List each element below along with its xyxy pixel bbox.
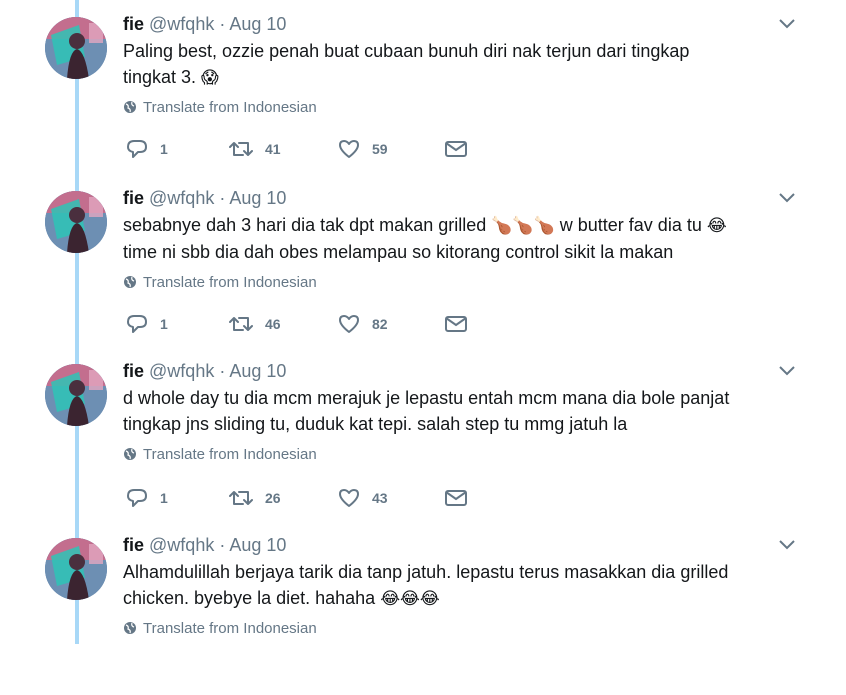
avatar-image [45, 364, 107, 426]
avatar[interactable] [45, 191, 107, 253]
tweet-text-part: d whole day tu dia mcm merajuk je lepast… [123, 388, 730, 434]
direct-message-icon [445, 316, 467, 332]
retweet-icon [229, 142, 253, 156]
username[interactable]: @wfqhk [149, 188, 214, 208]
tweet-text-part: sebabnye dah 3 hari dia tak dpt makan gr… [123, 215, 492, 235]
like-icon [339, 140, 359, 158]
translate-label: Translate from Indonesian [143, 446, 317, 463]
translate-link[interactable]: Translate from Indonesian [123, 274, 317, 291]
globe-icon [124, 276, 136, 288]
username[interactable]: @wfqhk [149, 14, 214, 34]
tweet-actions: 1 26 43 [123, 485, 483, 511]
avatar-image [45, 538, 107, 600]
globe-icon [124, 101, 136, 113]
tweet-text: d whole day tu dia mcm merajuk je lepast… [123, 385, 733, 437]
direct-message-icon [445, 490, 467, 506]
drumstick-emoji: 🍗🍗🍗 [491, 216, 555, 236]
avatar[interactable] [45, 538, 107, 600]
retweet-button[interactable]: 41 [229, 136, 281, 162]
tweet-header: fie @wfqhk · Aug 10 [123, 534, 286, 556]
like-icon [339, 489, 359, 507]
separator: · [219, 14, 226, 34]
laughing-emoji: 😂😂😂 [380, 589, 440, 609]
reply-button[interactable]: 1 [126, 136, 168, 162]
reply-count: 1 [160, 316, 168, 332]
like-count: 43 [372, 490, 388, 506]
reply-button[interactable]: 1 [126, 311, 168, 337]
separator: · [219, 535, 226, 555]
translate-label: Translate from Indonesian [143, 274, 317, 291]
chevron-down-icon[interactable] [777, 363, 797, 379]
direct-message-icon [445, 141, 467, 157]
chevron-down-icon[interactable] [777, 190, 797, 206]
retweet-count: 41 [265, 141, 281, 157]
tweet-actions: 1 46 82 [123, 311, 483, 337]
translate-link[interactable]: Translate from Indonesian [123, 446, 317, 463]
tweet[interactable]: fie @wfqhk · Aug 10 Alhamdulillah berjay… [0, 521, 846, 695]
reply-icon [127, 489, 147, 507]
tweet-header: fie @wfqhk · Aug 10 [123, 187, 286, 209]
timestamp[interactable]: Aug 10 [229, 188, 286, 208]
username[interactable]: @wfqhk [149, 361, 214, 381]
direct-message-button[interactable] [445, 136, 467, 162]
like-count: 59 [372, 141, 388, 157]
like-button[interactable]: 43 [338, 485, 388, 511]
reply-icon [127, 140, 147, 158]
tweet-text: sebabnye dah 3 hari dia tak dpt makan gr… [123, 212, 733, 265]
tweet[interactable]: fie @wfqhk · Aug 10 Paling best, ozzie p… [0, 0, 846, 174]
translate-link[interactable]: Translate from Indonesian [123, 99, 317, 116]
retweet-button[interactable]: 46 [229, 311, 281, 337]
reply-button[interactable]: 1 [126, 485, 168, 511]
tweet-header: fie @wfqhk · Aug 10 [123, 13, 286, 35]
retweet-button[interactable]: 26 [229, 485, 281, 511]
avatar[interactable] [45, 364, 107, 426]
display-name[interactable]: fie [123, 361, 144, 381]
reply-count: 1 [160, 490, 168, 506]
globe-icon [124, 448, 136, 460]
scream-emoji: 😱 [201, 68, 219, 88]
like-count: 82 [372, 316, 388, 332]
retweet-icon [229, 491, 253, 505]
reply-count: 1 [160, 141, 168, 157]
tweet[interactable]: fie @wfqhk · Aug 10 sebabnye dah 3 hari … [0, 174, 846, 348]
chevron-down-icon[interactable] [777, 16, 797, 32]
display-name[interactable]: fie [123, 14, 144, 34]
avatar-image [45, 191, 107, 253]
laughing-emoji: 😂 [706, 216, 727, 236]
separator: · [219, 361, 226, 381]
tweet-text: Alhamdulillah berjaya tarik dia tanp jat… [123, 559, 733, 612]
translate-label: Translate from Indonesian [143, 620, 317, 637]
timestamp[interactable]: Aug 10 [229, 14, 286, 34]
tweet-text: Paling best, ozzie penah buat cubaan bun… [123, 38, 733, 91]
display-name[interactable]: fie [123, 535, 144, 555]
retweet-count: 26 [265, 490, 281, 506]
direct-message-button[interactable] [445, 311, 467, 337]
timestamp[interactable]: Aug 10 [229, 361, 286, 381]
reply-icon [127, 315, 147, 333]
retweet-icon [229, 317, 253, 331]
tweet[interactable]: fie @wfqhk · Aug 10 d whole day tu dia m… [0, 347, 846, 521]
direct-message-button[interactable] [445, 485, 467, 511]
avatar-image [45, 17, 107, 79]
separator: · [219, 188, 226, 208]
chevron-down-icon[interactable] [777, 537, 797, 553]
retweet-count: 46 [265, 316, 281, 332]
globe-icon [124, 622, 136, 634]
like-icon [339, 315, 359, 333]
tweet-header: fie @wfqhk · Aug 10 [123, 360, 286, 382]
avatar[interactable] [45, 17, 107, 79]
translate-label: Translate from Indonesian [143, 99, 317, 116]
username[interactable]: @wfqhk [149, 535, 214, 555]
translate-link[interactable]: Translate from Indonesian [123, 620, 317, 637]
timestamp[interactable]: Aug 10 [229, 535, 286, 555]
tweet-text-part: time ni sbb dia dah obes melampau so kit… [123, 242, 674, 262]
display-name[interactable]: fie [123, 188, 144, 208]
like-button[interactable]: 59 [338, 136, 388, 162]
like-button[interactable]: 82 [338, 311, 388, 337]
tweet-actions: 1 41 59 [123, 136, 483, 162]
tweet-text-part: w butter fav dia tu [554, 215, 707, 235]
